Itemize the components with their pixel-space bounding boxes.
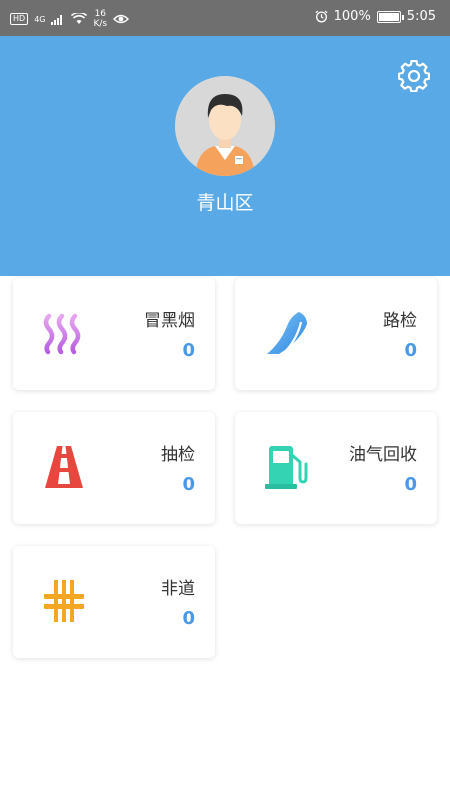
card-label: 非道 (161, 579, 195, 599)
card-count: 0 (404, 474, 417, 495)
card-black-smoke[interactable]: 冒黑烟 0 (13, 278, 215, 390)
card-label: 油气回收 (349, 445, 417, 465)
fuel-pump-icon (265, 446, 308, 489)
speed-value: 16 (94, 9, 107, 19)
status-bar-right: 100% 5:05 (315, 9, 436, 24)
road-check-icon (267, 312, 307, 355)
card-count: 0 (182, 474, 195, 495)
card-count: 0 (404, 340, 417, 361)
hd-indicator: HD (10, 13, 29, 25)
settings-gear-icon[interactable] (398, 60, 430, 92)
clock: 5:05 (406, 9, 436, 24)
off-road-icon (44, 580, 84, 622)
card-label: 冒黑烟 (144, 311, 195, 331)
card-label: 抽检 (161, 445, 195, 465)
card-count: 0 (182, 340, 195, 361)
speed-unit: K/s (93, 19, 108, 29)
status-bar: HD 4G 16 K/s 100% 5:05 (0, 0, 450, 36)
status-bar-left: HD 4G 16 K/s (10, 9, 130, 29)
card-count: 0 (182, 608, 195, 629)
user-avatar-icon (175, 76, 275, 176)
card-road-check[interactable]: 路检 0 (235, 278, 437, 390)
battery-percent: 100% (333, 9, 371, 24)
card-off-road[interactable]: 非道 0 (13, 546, 215, 658)
wifi-icon (71, 13, 88, 24)
card-vapor-recovery[interactable]: 油气回收 0 (235, 412, 437, 524)
district-name: 青山区 (196, 192, 254, 214)
battery-icon (376, 10, 404, 23)
alarm-icon (315, 10, 328, 23)
eye-icon (113, 14, 130, 24)
profile-header: 青山区 (0, 36, 450, 276)
battery-level (378, 12, 399, 21)
card-spot-check[interactable]: 抽检 0 (13, 412, 215, 524)
smoke-icon (43, 313, 81, 355)
network-type: 4G (34, 14, 46, 24)
avatar[interactable] (175, 76, 275, 176)
network-speed: 16 K/s (93, 9, 107, 29)
road-icon (45, 446, 83, 488)
signal-icon (51, 15, 63, 25)
card-label: 路检 (383, 311, 417, 331)
